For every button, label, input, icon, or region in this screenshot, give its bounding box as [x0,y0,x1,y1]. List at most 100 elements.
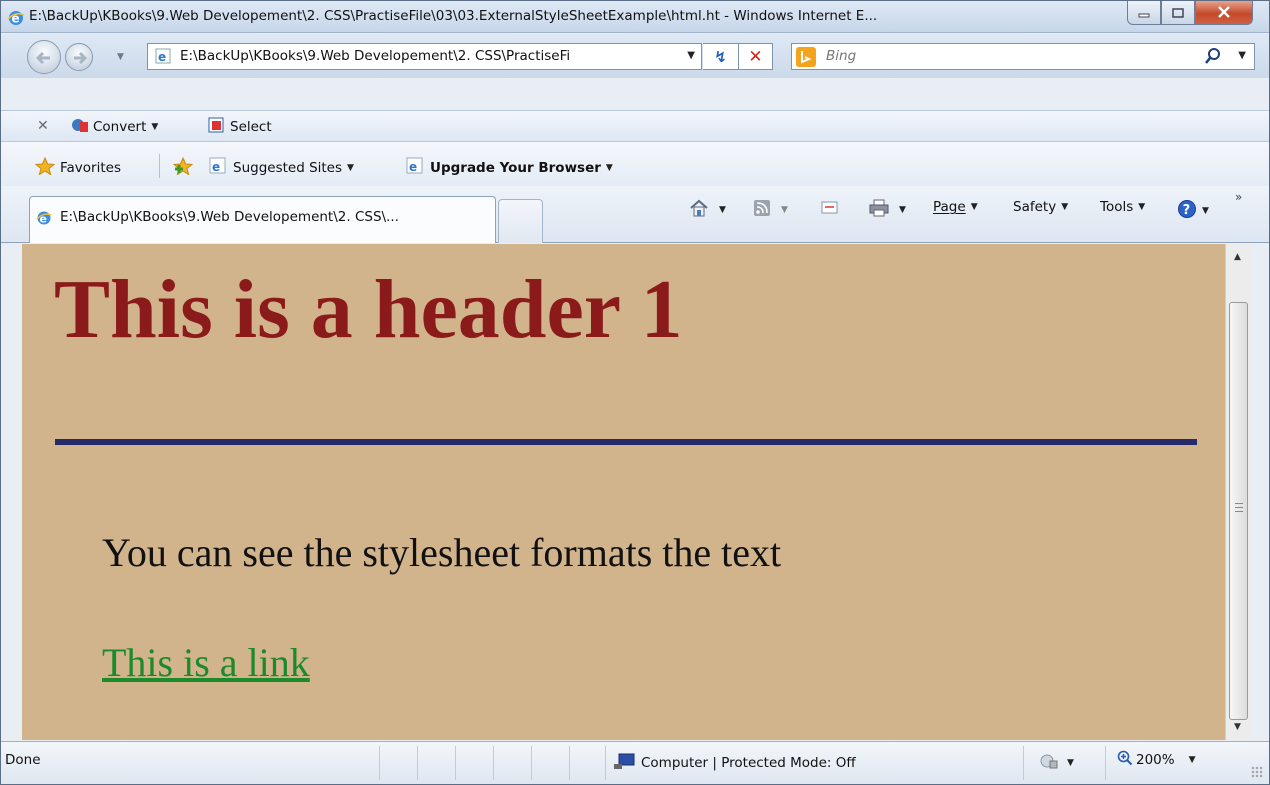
search-dropdown-icon[interactable]: ▼ [1238,50,1246,61]
window-controls [1127,1,1253,27]
close-icon [1217,3,1231,22]
title-bar: e E:\BackUp\KBooks\9.Web Developement\2.… [1,1,1269,33]
sharing-dropdown-icon: ▼ [1067,758,1074,768]
status-divider [379,746,380,780]
minimize-icon [1138,3,1150,22]
stop-button[interactable]: ✕ [739,43,773,70]
upgrade-browser-label: Upgrade Your Browser [430,160,601,176]
page-menu[interactable]: Page ▼ [933,199,978,215]
stop-icon: ✕ [748,46,763,67]
status-divider [1023,746,1024,780]
select-icon [208,117,226,137]
home-button[interactable]: ▼ [689,199,726,221]
mail-icon [821,199,839,219]
horizontal-rule [55,439,1197,445]
add-favorite-icon [172,156,195,179]
scroll-down-icon[interactable]: ▼ [1234,722,1241,732]
tab-current-page[interactable]: e E:\BackUp\KBooks\9.Web Developement\2.… [29,196,496,243]
svg-text:e: e [409,160,417,174]
new-tab-button[interactable] [498,199,543,243]
status-divider [455,746,456,780]
scrollbar-thumb[interactable] [1229,302,1248,720]
print-dropdown-icon: ▼ [899,205,906,215]
safety-menu-dropdown-icon: ▼ [1061,202,1069,212]
svg-text:e: e [158,50,166,64]
tools-menu[interactable]: Tools ▼ [1100,199,1145,215]
help-dropdown-icon: ▼ [1202,206,1209,216]
security-zone-label: Computer | Protected Mode: Off [641,755,856,771]
svg-text:e: e [212,160,220,174]
home-dropdown-icon: ▼ [719,205,726,215]
ie-logo-icon: e [36,210,52,226]
read-mail-button[interactable] [821,199,839,219]
scroll-up-icon[interactable]: ▲ [1234,252,1241,262]
vertical-scrollbar[interactable]: ▲ ▼ [1225,244,1251,740]
favorites-star-icon [34,156,56,179]
ie-logo-icon: e [7,9,25,27]
computer-zone-icon [613,752,635,774]
print-button[interactable]: ▼ [869,199,906,221]
svg-text:?: ? [1183,203,1191,218]
search-icon[interactable] [1204,47,1222,65]
convert-dropdown-icon: ▼ [151,122,159,132]
status-divider [531,746,532,780]
suggested-sites-button[interactable]: e Suggested Sites ▼ [209,157,354,179]
toolbar-close-icon[interactable]: ✕ [37,118,49,134]
close-window-button[interactable] [1195,1,1253,25]
suggested-sites-dropdown-icon: ▼ [347,163,354,173]
address-bar[interactable]: e E:\BackUp\KBooks\9.Web Developement\2.… [147,43,702,70]
favorites-button[interactable]: Favorites [34,156,121,179]
safety-menu[interactable]: Safety ▼ [1013,199,1068,215]
forward-button[interactable] [65,43,93,71]
help-button[interactable]: ? ▼ [1177,199,1209,223]
security-zone[interactable]: Computer | Protected Mode: Off [613,752,856,774]
search-box[interactable]: Bing ▼ [791,43,1255,70]
refresh-button[interactable]: ↯ [703,43,739,70]
select-button[interactable]: Select [208,117,272,137]
zoom-icon [1117,750,1133,770]
rss-feed-icon [753,199,771,221]
ie-page-icon: e [406,157,424,179]
maximize-button[interactable] [1161,1,1195,25]
bing-logo-icon [796,47,816,67]
pdf-toolbar: ✕ Convert ▼ Select [1,110,1269,142]
scroll-grip-icon [1235,503,1243,512]
upgrade-browser-button[interactable]: e Upgrade Your Browser ▼ [406,157,613,179]
status-bar: Done Computer | Protected Mode: Off ▼ 20… [1,741,1269,784]
overflow-chevron-icon[interactable]: » [1235,190,1242,204]
maximize-icon [1172,3,1184,22]
help-icon: ? [1177,199,1197,223]
ie-page-icon: e [209,157,227,179]
minimize-button[interactable] [1127,1,1161,25]
favorites-separator [159,154,160,178]
window-title: E:\BackUp\KBooks\9.Web Developement\2. C… [29,8,878,24]
suggested-sites-label: Suggested Sites [233,160,343,176]
safety-menu-label: Safety [1013,199,1057,215]
search-input[interactable]: Bing [826,48,856,64]
convert-button[interactable]: Convert ▼ [71,117,158,137]
page-link[interactable]: This is a link [102,639,310,686]
upgrade-dropdown-icon: ▼ [605,163,613,173]
resize-grip-icon[interactable] [1251,766,1263,778]
convert-icon [71,117,89,137]
page-viewport: This is a header 1 You can see the style… [22,244,1225,740]
browser-window: e E:\BackUp\KBooks\9.Web Developement\2.… [0,0,1270,785]
address-dropdown-icon[interactable]: ▼ [687,50,695,61]
favorites-bar: Favorites e Suggested Sites ▼ e Upgrade … [1,142,1269,186]
history-dropdown-icon[interactable]: ▼ [117,52,124,62]
feeds-button[interactable]: ▼ [753,199,788,221]
back-button[interactable] [27,40,61,74]
navigation-bar: ▼ e E:\BackUp\KBooks\9.Web Developement\… [1,34,1269,78]
back-arrow-icon [28,51,62,79]
address-input[interactable]: E:\BackUp\KBooks\9.Web Developement\2. C… [180,48,680,64]
tools-menu-label: Tools [1100,199,1134,215]
status-divider [605,746,606,780]
home-icon [689,199,709,221]
status-divider [417,746,418,780]
favorites-label: Favorites [60,160,121,176]
add-to-favorites-bar-button[interactable] [172,156,195,179]
sharing-settings-button[interactable]: ▼ [1039,752,1074,774]
zoom-level-button[interactable]: 200% ▼ [1117,750,1196,770]
page-menu-dropdown-icon: ▼ [970,202,978,212]
zoom-dropdown-icon: ▼ [1188,755,1196,765]
